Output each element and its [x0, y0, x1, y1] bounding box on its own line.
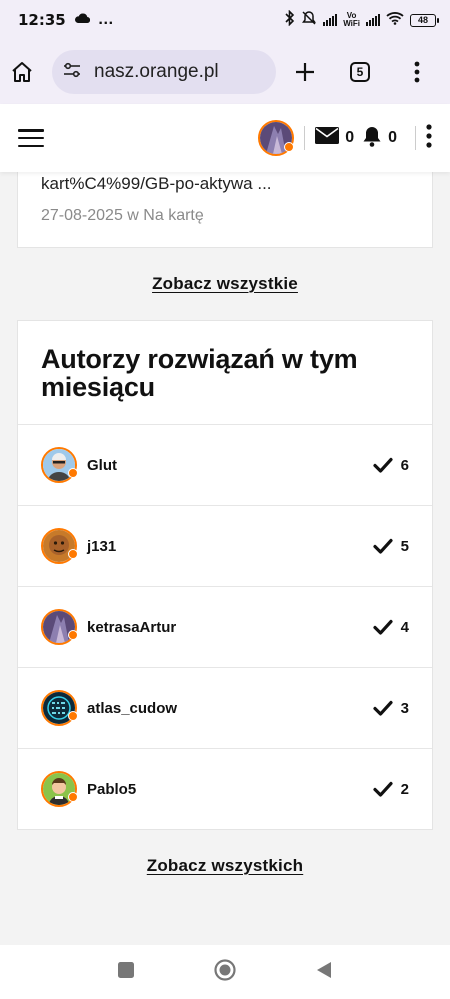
more-notifications-icon: … — [97, 11, 114, 28]
see-all-authors: Zobacz wszystkich — [0, 856, 450, 876]
cloud-icon — [74, 11, 90, 29]
status-time: 12:35 — [18, 11, 66, 29]
solutions-count: 3 — [400, 699, 409, 717]
author-name[interactable]: Glut — [87, 457, 117, 474]
solutions-score: 3 — [373, 700, 409, 717]
author-avatar[interactable] — [41, 528, 78, 564]
author-avatar[interactable] — [41, 447, 78, 483]
author-row[interactable]: ketrasaArtur 4 — [18, 586, 432, 667]
rank-badge — [284, 142, 295, 152]
user-avatar[interactable] — [258, 120, 295, 156]
hamburger-menu-icon[interactable] — [18, 129, 44, 147]
rank-badge — [68, 468, 78, 478]
post-snippet: kart%C4%99/GB-po-aktywa ... — [41, 174, 272, 193]
checkmark-icon — [373, 700, 393, 716]
browser-menu-icon[interactable] — [414, 61, 420, 83]
checkmark-icon — [373, 619, 393, 635]
see-all-posts: Zobacz wszystkie — [0, 274, 450, 294]
previous-post-card[interactable]: kart%C4%99/GB-po-aktywa ... 27-08-2025 w… — [17, 172, 433, 248]
solutions-count: 5 — [400, 537, 409, 555]
new-tab-icon[interactable] — [294, 61, 316, 83]
messages-count: 0 — [345, 129, 355, 146]
system-nav-bar — [0, 945, 450, 999]
checkmark-icon — [373, 457, 393, 473]
author-row[interactable]: Pablo5 2 — [18, 748, 432, 829]
rank-badge — [68, 711, 78, 721]
author-row[interactable]: atlas_cudow 3 — [18, 667, 432, 748]
mute-bell-icon — [301, 10, 317, 31]
rank-badge — [68, 792, 78, 802]
vowifi-icon: Vo WiFi — [343, 11, 360, 28]
back-icon[interactable] — [316, 961, 332, 984]
checkmark-icon — [373, 781, 393, 797]
tab-switcher-button[interactable]: 5 — [350, 62, 370, 82]
author-row[interactable]: j131 5 — [18, 505, 432, 586]
bell-icon[interactable] — [362, 125, 382, 152]
site-settings-icon[interactable] — [62, 62, 82, 83]
section-title: Autorzy rozwiązań w tym miesiącu — [41, 344, 358, 402]
author-name[interactable]: ketrasaArtur — [87, 619, 176, 636]
battery-icon: 48 — [410, 13, 439, 27]
status-bar: 12:35 … Vo WiFi 48 — [0, 0, 450, 40]
notifications-count: 0 — [388, 129, 397, 146]
site-header: 0 0 — [0, 104, 450, 172]
author-avatar[interactable] — [41, 609, 78, 645]
browser-toolbar: nasz.orange.pl 5 — [0, 40, 450, 104]
divider — [415, 126, 416, 150]
signal-icon-2 — [366, 14, 380, 26]
see-all-link[interactable]: Zobacz wszystkich — [147, 856, 303, 875]
solutions-count: 4 — [400, 618, 409, 636]
solutions-score: 4 — [373, 619, 409, 636]
bluetooth-icon — [285, 9, 295, 31]
divider — [304, 126, 306, 150]
mail-icon[interactable] — [315, 127, 340, 149]
solutions-score: 2 — [373, 781, 409, 798]
signal-icon — [323, 14, 338, 26]
author-avatar[interactable] — [41, 690, 78, 726]
solutions-score: 6 — [373, 457, 409, 474]
home-nav-icon[interactable] — [214, 958, 236, 986]
author-name[interactable]: j131 — [87, 538, 116, 555]
post-meta: 27-08-2025 w Na kartę — [41, 207, 204, 224]
page-content: kart%C4%99/GB-po-aktywa ... 27-08-2025 w… — [0, 172, 450, 902]
recents-icon[interactable] — [118, 961, 134, 983]
author-name[interactable]: atlas_cudow — [87, 700, 177, 717]
rank-badge — [68, 549, 78, 559]
home-icon[interactable] — [10, 60, 34, 84]
see-all-link[interactable]: Zobacz wszystkie — [152, 274, 298, 293]
author-name[interactable]: Pablo5 — [87, 781, 136, 798]
solutions-count: 6 — [400, 456, 409, 474]
solution-authors-card: Autorzy rozwiązań w tym miesiącu Glut 6 — [17, 320, 433, 830]
tab-count: 5 — [350, 62, 370, 82]
solutions-score: 5 — [373, 538, 409, 555]
rank-badge — [68, 630, 78, 640]
wifi-icon — [386, 11, 404, 30]
more-options-icon[interactable] — [426, 123, 432, 153]
author-avatar[interactable] — [41, 771, 78, 807]
solutions-count: 2 — [400, 780, 409, 798]
address-bar[interactable]: nasz.orange.pl — [52, 50, 276, 94]
checkmark-icon — [373, 538, 393, 554]
url-text: nasz.orange.pl — [94, 61, 219, 82]
author-row[interactable]: Glut 6 — [18, 424, 432, 505]
